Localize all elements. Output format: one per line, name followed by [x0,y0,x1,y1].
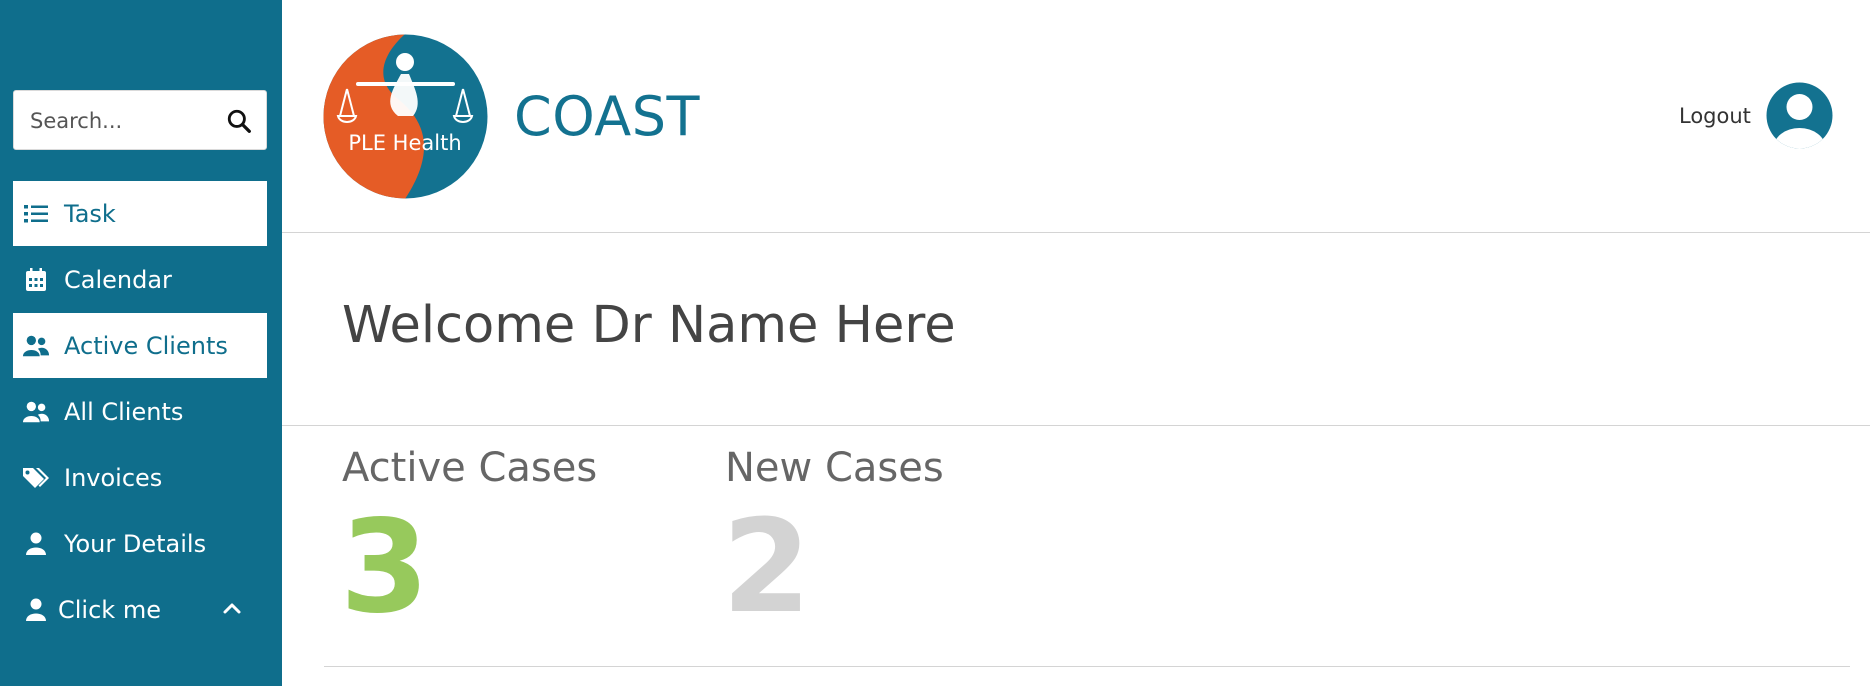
users-icon [22,398,50,426]
search-box [13,90,267,150]
new-cases-label: New Cases [725,445,944,491]
sidebar: Task Calendar Active Client [0,0,282,686]
search-icon[interactable] [226,108,252,134]
active-cases-value: 3 [340,493,430,642]
user-icon [22,596,50,624]
user-icon [22,530,50,558]
sidebar-item-your-details[interactable]: Your Details [13,511,267,576]
sidebar-item-calendar[interactable]: Calendar [13,247,267,312]
sidebar-item-active-clients[interactable]: Active Clients [13,313,267,378]
tags-icon [22,464,50,492]
sidebar-item-label: Calendar [64,265,172,294]
divider [324,666,1850,667]
avatar[interactable] [1766,82,1833,149]
list-icon [22,200,50,228]
logout-link[interactable]: Logout [1679,104,1751,128]
active-cases-label: Active Cases [342,445,598,491]
sidebar-item-invoices[interactable]: Invoices [13,445,267,510]
ple-health-logo: PLE Health [323,34,488,199]
welcome-heading: Welcome Dr Name Here [342,296,956,355]
sidebar-item-label: Click me [58,595,161,624]
sidebar-item-task[interactable]: Task [13,181,267,246]
search-input[interactable] [28,103,222,139]
sidebar-item-label: Your Details [64,529,207,558]
sidebar-item-click-me[interactable]: Click me [13,577,267,642]
users-icon [22,332,50,360]
sidebar-item-label: All Clients [64,397,184,426]
sidebar-item-label: Invoices [64,463,163,492]
new-cases-value: 2 [722,493,812,642]
divider [282,425,1870,426]
brand-name: COAST [514,85,700,148]
header: PLE Health COAST Logout [282,0,1870,233]
calendar-icon [22,266,50,294]
logo-text: PLE Health [348,131,461,155]
sidebar-item-label: Active Clients [64,331,228,360]
sidebar-item-label: Task [64,199,116,228]
chevron-up-icon[interactable] [221,597,243,619]
sidebar-item-all-clients[interactable]: All Clients [13,379,267,444]
